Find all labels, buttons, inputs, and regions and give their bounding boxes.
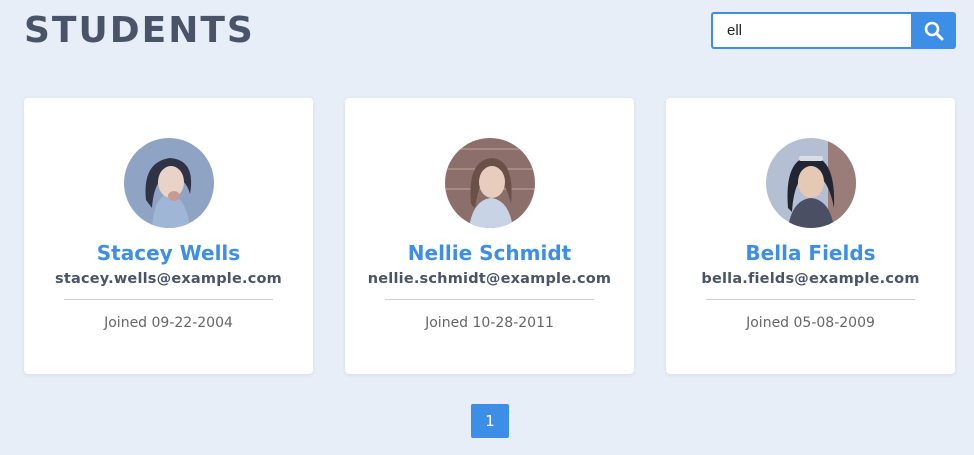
student-card-list: Stacey Wells stacey.wells@example.com Jo…	[24, 98, 955, 374]
joined-date: Joined 09-22-2004	[104, 315, 233, 331]
card-divider	[385, 299, 594, 300]
student-name: Stacey Wells	[96, 241, 241, 265]
student-email: nellie.schmidt@example.com	[367, 271, 612, 287]
card-divider	[706, 299, 915, 300]
avatar	[765, 138, 856, 228]
students-page: STUDENTS Stacey Wells stacey.wells@examp…	[0, 0, 974, 455]
student-card: Stacey Wells stacey.wells@example.com Jo…	[24, 98, 313, 374]
student-email: stacey.wells@example.com	[55, 271, 282, 287]
pagination: 1	[471, 404, 509, 438]
avatar	[444, 138, 535, 228]
joined-date: Joined 05-08-2009	[746, 315, 875, 331]
student-email: bella.fields@example.com	[701, 271, 920, 287]
student-card: Nellie Schmidt nellie.schmidt@example.co…	[345, 98, 634, 374]
student-name: Bella Fields	[745, 241, 876, 265]
student-name: Nellie Schmidt	[407, 241, 572, 265]
page-title: STUDENTS	[24, 10, 255, 51]
joined-date: Joined 10-28-2011	[425, 315, 554, 331]
student-card: Bella Fields bella.fields@example.com Jo…	[666, 98, 955, 374]
card-divider	[64, 299, 273, 300]
search-button[interactable]	[911, 12, 956, 49]
search-bar	[711, 12, 956, 49]
search-input[interactable]	[711, 12, 911, 49]
avatar	[123, 138, 214, 228]
page-button-1[interactable]: 1	[471, 404, 509, 438]
search-icon	[924, 21, 943, 40]
